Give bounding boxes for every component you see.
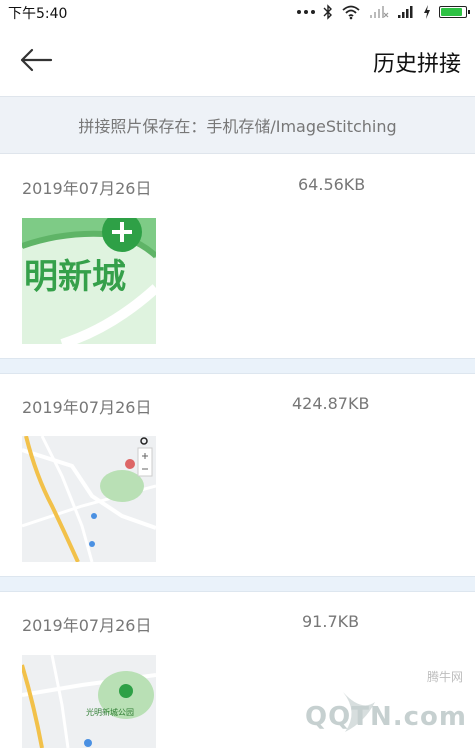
history-record[interactable]: 2019年07月26日 91.7KB 光明新城公园 bbox=[0, 592, 475, 748]
record-thumbnail[interactable] bbox=[22, 436, 156, 562]
map-thumbnail-image bbox=[22, 436, 156, 562]
page-title: 历史拼接 bbox=[372, 52, 461, 77]
signal-x-icon bbox=[370, 6, 389, 18]
status-icons bbox=[297, 2, 470, 22]
record-size: 64.56KB bbox=[298, 175, 366, 194]
battery-icon bbox=[439, 6, 470, 18]
map-thumbnail-image: 明新城 bbox=[22, 218, 156, 344]
charging-icon bbox=[424, 5, 430, 19]
status-time: 下午5:40 bbox=[8, 6, 68, 22]
app-header: 历史拼接 bbox=[0, 24, 475, 96]
thumbnail-label: 明新城 bbox=[24, 257, 126, 297]
save-location-banner: 拼接照片保存在：手机存储/ImageStitching bbox=[0, 96, 475, 154]
save-location-text: 拼接照片保存在：手机存储/ImageStitching bbox=[78, 117, 397, 136]
record-divider bbox=[0, 576, 475, 592]
record-date: 2019年07月26日 bbox=[22, 179, 152, 198]
history-record[interactable]: 2019年07月26日 64.56KB 明新城 bbox=[0, 155, 475, 358]
record-thumbnail[interactable]: 明新城 bbox=[22, 218, 156, 344]
record-divider bbox=[0, 358, 475, 374]
back-button[interactable] bbox=[18, 44, 54, 76]
status-bar: 下午5:40 bbox=[0, 0, 475, 24]
record-date: 2019年07月26日 bbox=[22, 616, 152, 635]
arrow-left-icon bbox=[20, 48, 53, 72]
bluetooth-icon bbox=[323, 4, 332, 20]
signal-icon bbox=[398, 6, 413, 18]
wifi-icon bbox=[342, 5, 360, 20]
record-size: 424.87KB bbox=[292, 394, 370, 413]
history-record[interactable]: 2019年07月26日 424.87KB bbox=[0, 374, 475, 576]
battery-fill bbox=[441, 8, 462, 16]
map-thumbnail-image: 光明新城公园 bbox=[22, 655, 156, 748]
thumbnail-label: 光明新城公园 bbox=[86, 707, 134, 717]
dots-icon bbox=[297, 10, 315, 14]
record-size: 91.7KB bbox=[302, 612, 360, 631]
record-date: 2019年07月26日 bbox=[22, 398, 152, 417]
record-thumbnail[interactable]: 光明新城公园 bbox=[22, 655, 156, 748]
